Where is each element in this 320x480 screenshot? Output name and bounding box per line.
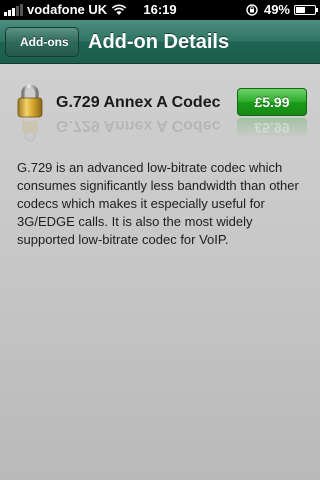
price-button-reflection: £5.99 (237, 118, 307, 138)
page-title: Add-on Details (88, 31, 230, 53)
battery-icon (294, 4, 318, 15)
buy-price-button[interactable]: £5.99 (237, 88, 307, 116)
status-bar: vodafone UK 16:19 49% (0, 0, 320, 20)
navigation-bar: Add-ons Add-on Details (0, 20, 320, 64)
battery-level (296, 6, 305, 13)
status-right: 49% (246, 2, 318, 17)
orientation-lock-icon (246, 3, 258, 16)
back-button-label: Add-ons (20, 35, 69, 49)
addon-title-reflection: G.729 Annex A Codec (56, 117, 221, 134)
addon-description: G.729 is an advanced low-bitrate codec w… (17, 160, 299, 247)
back-button[interactable]: Add-ons (0, 26, 79, 58)
padlock-reflection-icon (22, 120, 38, 142)
battery-percent: 49% (263, 2, 290, 17)
padlock-icon (17, 84, 43, 118)
addon-title: G.729 Annex A Codec (56, 94, 221, 111)
